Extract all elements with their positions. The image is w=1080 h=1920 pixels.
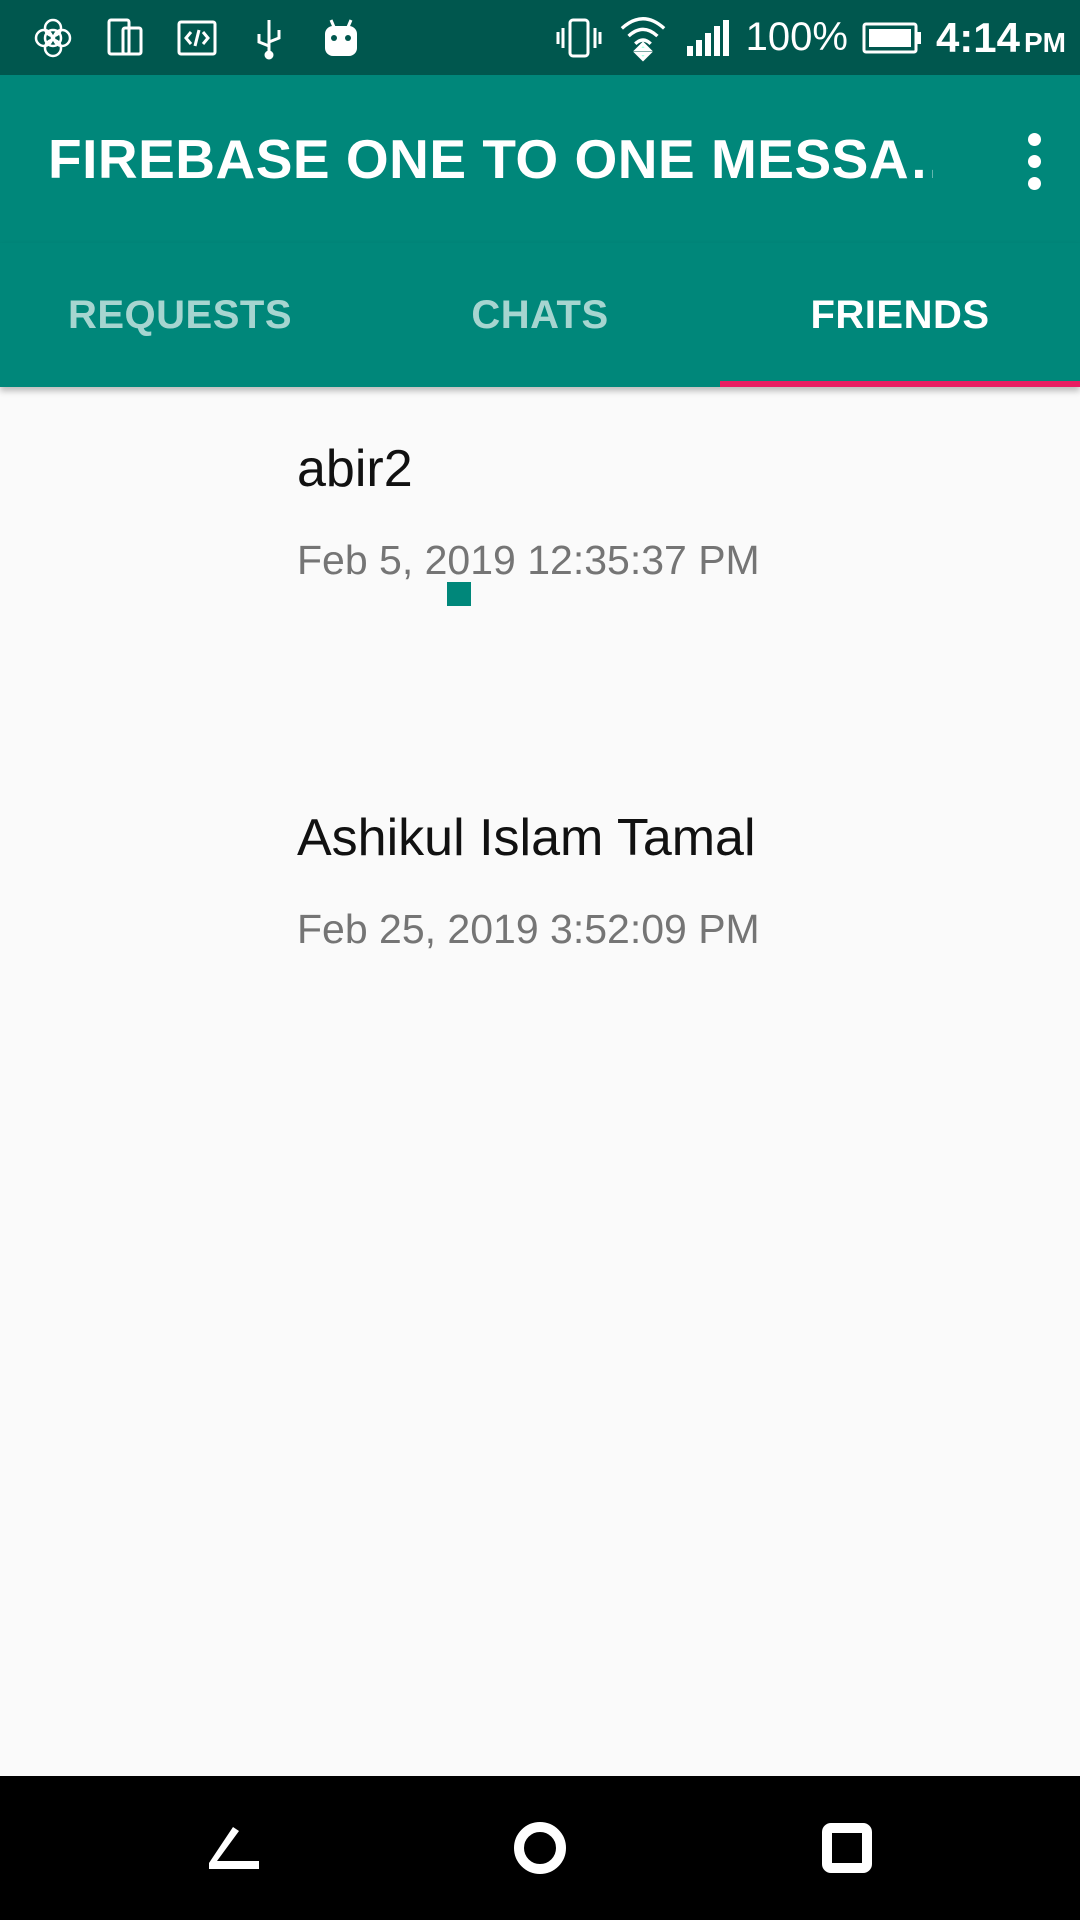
navigation-bar [0, 1776, 1080, 1920]
wifi-icon [618, 13, 668, 63]
code-icon [172, 13, 222, 63]
status-bar-notification-icons [28, 13, 366, 63]
tab-friends[interactable]: FRIENDS [720, 243, 1080, 387]
clock: 4:14 PM [936, 14, 1066, 62]
friend-date: Feb 5, 2019 12:35:37 PM [297, 537, 760, 583]
overflow-menu-button[interactable] [1004, 121, 1064, 201]
android-icon [316, 13, 366, 63]
clock-time: 4:14 [935, 13, 1020, 61]
back-button[interactable] [188, 1803, 278, 1893]
list-item[interactable]: abir2 Feb 5, 2019 12:35:37 PM [297, 439, 1057, 584]
back-icon [209, 1827, 260, 1869]
touch-indicator [447, 582, 471, 606]
battery-icon [862, 13, 922, 63]
app-title: FIREBASE ONE TO ONE MESSA… [48, 128, 933, 190]
more-vert-icon [1027, 132, 1041, 146]
signal-icon [682, 13, 732, 63]
app-bar: FIREBASE ONE TO ONE MESSA… [0, 75, 1080, 243]
list-item[interactable]: Ashikul Islam Tamal Feb 25, 2019 3:52:09… [297, 808, 1057, 953]
status-bar: 100% 4:14 PM [0, 0, 1080, 75]
friend-name: Ashikul Islam Tamal [297, 809, 756, 867]
status-bar-system-icons: 100% 4:14 PM [554, 13, 1066, 63]
usb-icon [244, 13, 294, 63]
app-cube-icon [28, 13, 78, 63]
friend-name: abir2 [297, 440, 413, 498]
tab-requests[interactable]: REQUESTS [0, 243, 360, 387]
clock-ampm: PM [1024, 26, 1066, 58]
recents-button[interactable] [802, 1803, 892, 1893]
home-icon [513, 1822, 566, 1874]
recents-icon [821, 1823, 872, 1873]
home-button[interactable] [495, 1803, 585, 1893]
tab-bar: REQUESTS CHATS FRIENDS [0, 243, 1080, 387]
tab-chats[interactable]: CHATS [360, 243, 720, 387]
battery-percent: 100% [745, 15, 848, 59]
friend-date: Feb 25, 2019 3:52:09 PM [297, 906, 760, 952]
device-icon [100, 13, 150, 63]
vibrate-icon [554, 13, 604, 63]
